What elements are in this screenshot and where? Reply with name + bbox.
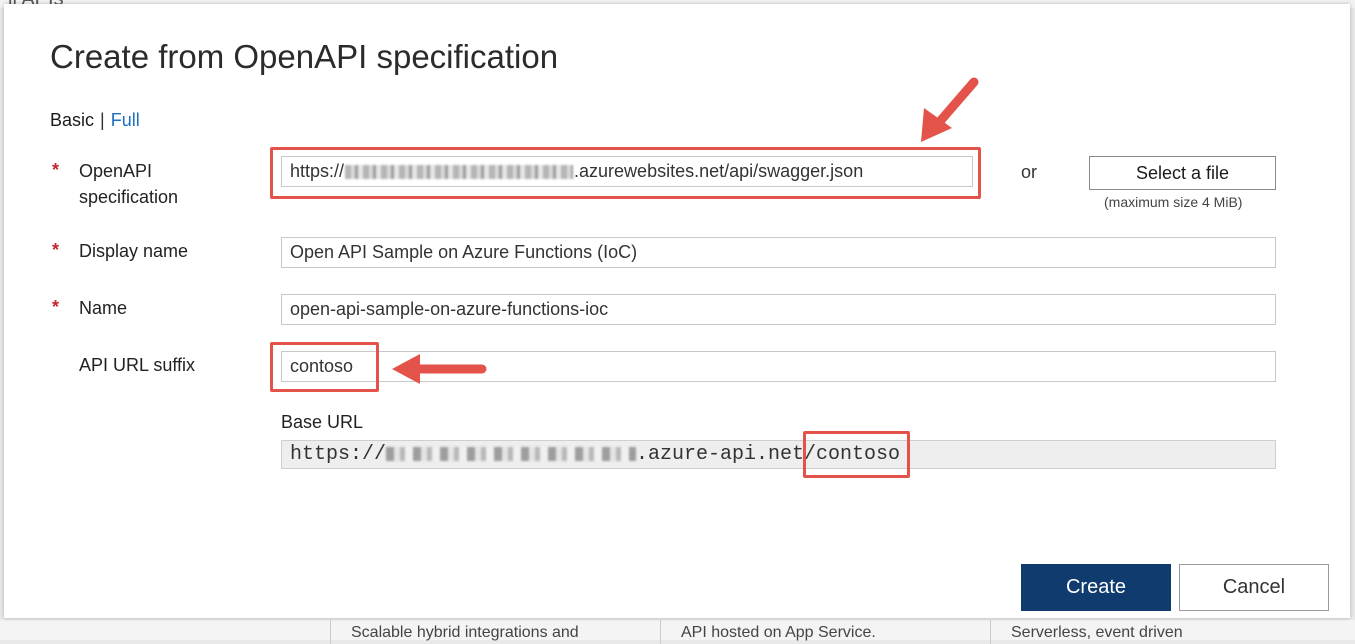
background-card: Serverless, event driven bbox=[990, 620, 1331, 644]
display-name-label: Display name bbox=[79, 241, 189, 261]
name-label: Name bbox=[79, 298, 128, 318]
redacted-service-name bbox=[386, 446, 637, 461]
create-button[interactable]: Create bbox=[1021, 564, 1171, 611]
cancel-button[interactable]: Cancel bbox=[1179, 564, 1329, 611]
or-separator: or bbox=[1021, 162, 1038, 182]
name-input[interactable]: open-api-sample-on-azure-functions-ioc bbox=[281, 294, 1276, 325]
base-url-prefix: https:// bbox=[290, 443, 387, 466]
required-marker: * bbox=[52, 160, 60, 180]
display-name-input[interactable]: Open API Sample on Azure Functions (IoC) bbox=[281, 237, 1276, 268]
openapi-spec-label: OpenAPI specification bbox=[79, 158, 178, 210]
mode-basic[interactable]: Basic bbox=[50, 110, 94, 130]
mode-switch: Basic | Full bbox=[50, 110, 140, 131]
select-file-button[interactable]: Select a file bbox=[1089, 156, 1276, 190]
required-marker: * bbox=[52, 240, 60, 260]
base-url-domain: .azure-api.net/ bbox=[636, 443, 817, 466]
mode-separator: | bbox=[100, 110, 105, 130]
api-url-suffix-input[interactable]: contoso bbox=[281, 351, 1276, 382]
background-card: Scalable hybrid integrations and bbox=[330, 620, 671, 644]
base-url-readonly: https://.azure-api.net/contoso bbox=[281, 440, 1276, 469]
max-size-note: (maximum size 4 MiB) bbox=[1104, 194, 1243, 210]
base-url-label: Base URL bbox=[281, 412, 364, 432]
create-openapi-dialog: Create from OpenAPI specification Basic |… bbox=[4, 4, 1350, 618]
openapi-spec-label-line2: specification bbox=[79, 187, 179, 207]
mode-full-link[interactable]: Full bbox=[111, 110, 140, 130]
highlight-openapi-url bbox=[270, 147, 981, 199]
background-card: API hosted on App Service. bbox=[660, 620, 1001, 644]
required-marker: * bbox=[52, 297, 60, 317]
dialog-title: Create from OpenAPI specification bbox=[50, 38, 559, 75]
api-url-suffix-label: API URL suffix bbox=[79, 355, 196, 375]
highlight-base-url-suffix bbox=[803, 431, 910, 478]
openapi-spec-label-line1: OpenAPI bbox=[79, 161, 153, 181]
highlight-url-suffix bbox=[270, 342, 379, 392]
